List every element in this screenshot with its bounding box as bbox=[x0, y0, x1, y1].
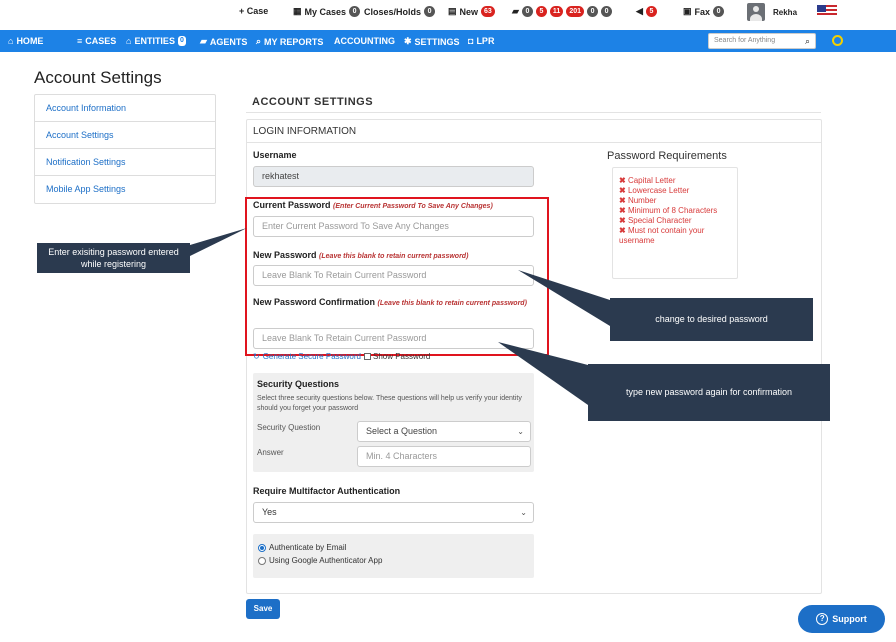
nav-agents[interactable]: ▰ AGENTS bbox=[200, 36, 247, 47]
login-information-heading: LOGIN INFORMATION bbox=[253, 126, 357, 137]
show-password-checkbox[interactable] bbox=[363, 353, 371, 360]
section-title: ACCOUNT SETTINGS bbox=[252, 96, 374, 108]
inbox-icon: ▤ bbox=[448, 6, 457, 16]
nav-lpr[interactable]: ◘ LPR bbox=[468, 36, 494, 46]
nav-home[interactable]: ⌂ HOME bbox=[8, 36, 43, 46]
gear-icon: ✱ bbox=[404, 36, 412, 46]
nav-settings[interactable]: ✱ SETTINGS bbox=[404, 36, 460, 47]
car-icon: ▰ bbox=[512, 6, 519, 16]
x-icon: ✖ bbox=[619, 196, 626, 205]
list-item: ✖ Must not contain your username bbox=[619, 226, 705, 245]
search-icon: ⌕ bbox=[256, 36, 262, 46]
briefcase-icon: ▦ bbox=[293, 6, 302, 16]
password-requirements-title: Password Requirements bbox=[607, 150, 727, 162]
chevron-down-icon: ⌄ bbox=[520, 508, 527, 517]
username-field[interactable]: rekhatest bbox=[253, 166, 534, 187]
mfa-title: Require Multifactor Authentication bbox=[253, 486, 401, 496]
avatar bbox=[747, 3, 765, 21]
sidebar-item-account-settings[interactable]: Account Settings bbox=[35, 122, 215, 149]
list-item: ✖ Special Character bbox=[619, 216, 692, 225]
alerts-link[interactable]: ◀ 5 bbox=[636, 6, 657, 17]
megaphone-icon: ◀ bbox=[636, 6, 643, 16]
x-icon: ✖ bbox=[619, 186, 626, 195]
home-icon: ⌂ bbox=[8, 36, 14, 46]
callout-confirm-password: type new password again for confirmation bbox=[588, 364, 830, 421]
sidebar-item-account-information[interactable]: Account Information bbox=[35, 95, 215, 122]
nav-accounting[interactable]: ACCOUNTING bbox=[334, 36, 395, 46]
nav-cases[interactable]: ≡ CASES bbox=[77, 36, 116, 46]
list-item: ✖ Number bbox=[619, 196, 657, 205]
x-icon: ✖ bbox=[619, 176, 626, 185]
bank-icon: ⌂ bbox=[126, 36, 132, 46]
username-label: Username bbox=[253, 150, 297, 160]
refresh-icon: ↻ bbox=[253, 352, 260, 361]
list-item: ✖ Lowercase Letter bbox=[619, 186, 690, 195]
mfa-select[interactable]: Yes ⌄ bbox=[253, 502, 534, 523]
settings-sidebar: Account Information Account Settings Not… bbox=[34, 94, 216, 204]
divider bbox=[246, 112, 821, 113]
show-password-toggle[interactable]: Show Password bbox=[363, 352, 430, 361]
divider bbox=[246, 142, 822, 143]
camera-icon: ◘ bbox=[468, 36, 474, 46]
security-questions-title: Security Questions bbox=[257, 379, 340, 389]
global-search-input[interactable]: Search for Anything ⌕ bbox=[708, 33, 816, 49]
new-case-link[interactable]: + Case bbox=[239, 6, 268, 16]
support-button[interactable]: ? Support bbox=[798, 605, 885, 633]
auth-email-option[interactable]: Authenticate by Email bbox=[258, 543, 346, 552]
list-item: ✖ Minimum of 8 Characters bbox=[619, 206, 718, 215]
top-utility-bar: + Case ▦ My Cases 0 Closes/Holds 0 ▤ New… bbox=[0, 0, 896, 26]
fax-icon: ▣ bbox=[683, 6, 692, 16]
save-button[interactable]: Save bbox=[246, 599, 280, 619]
answer-label: Answer bbox=[257, 448, 284, 457]
radio-selected[interactable] bbox=[258, 543, 266, 552]
search-icon[interactable]: ⌕ bbox=[805, 36, 810, 47]
sun-icon[interactable] bbox=[832, 35, 843, 46]
my-cases-link[interactable]: ▦ My Cases 0 bbox=[293, 6, 361, 17]
language-flag[interactable] bbox=[817, 5, 837, 17]
user-menu[interactable]: Rekha bbox=[747, 3, 797, 21]
new-link[interactable]: ▤ New 63 bbox=[448, 6, 495, 17]
sidebar-item-notification-settings[interactable]: Notification Settings bbox=[35, 149, 215, 176]
fax-link[interactable]: ▣ Fax 0 bbox=[683, 6, 725, 17]
answer-input[interactable]: Min. 4 Characters bbox=[357, 446, 531, 467]
radio-unselected[interactable] bbox=[258, 556, 266, 565]
security-questions-description: Select three security questions below. T… bbox=[257, 395, 522, 412]
help-icon: ? bbox=[816, 613, 829, 625]
x-icon: ✖ bbox=[619, 206, 626, 215]
nav-my-reports[interactable]: ⌕ MY REPORTS bbox=[256, 36, 323, 47]
x-icon: ✖ bbox=[619, 226, 626, 235]
closes-holds-link[interactable]: Closes/Holds 0 bbox=[364, 6, 436, 17]
generate-password-row: ↻ Generate Secure Password Show Password bbox=[253, 352, 430, 361]
nav-entities[interactable]: ⌂ ENTITIES 0 bbox=[126, 36, 186, 46]
password-requirements-list: ✖ Capital Letter ✖ Lowercase Letter ✖ Nu… bbox=[612, 167, 738, 279]
x-icon: ✖ bbox=[619, 216, 626, 225]
page-title: Account Settings bbox=[34, 68, 162, 87]
security-question-select[interactable]: Select a Question ⌄ bbox=[357, 421, 531, 442]
status-counters[interactable]: ▰ 0 5 11 201 0 0 bbox=[512, 6, 613, 17]
sidebar-item-mobile-app-settings[interactable]: Mobile App Settings bbox=[35, 176, 215, 203]
list-item: ✖ Capital Letter bbox=[619, 176, 676, 185]
highlight-box bbox=[245, 197, 549, 356]
us-flag-icon bbox=[817, 5, 837, 17]
chevron-down-icon: ⌄ bbox=[517, 427, 524, 436]
callout-desired-password: change to desired password bbox=[610, 298, 813, 341]
generate-password-link[interactable]: Generate Secure Password bbox=[263, 352, 361, 361]
callout-existing-password: Enter exisiting password entered while r… bbox=[37, 243, 190, 273]
car-icon: ▰ bbox=[200, 36, 207, 46]
security-question-label: Security Question bbox=[257, 423, 321, 432]
auth-google-option[interactable]: Using Google Authenticator App bbox=[258, 556, 382, 565]
menu-icon: ≡ bbox=[77, 36, 83, 46]
